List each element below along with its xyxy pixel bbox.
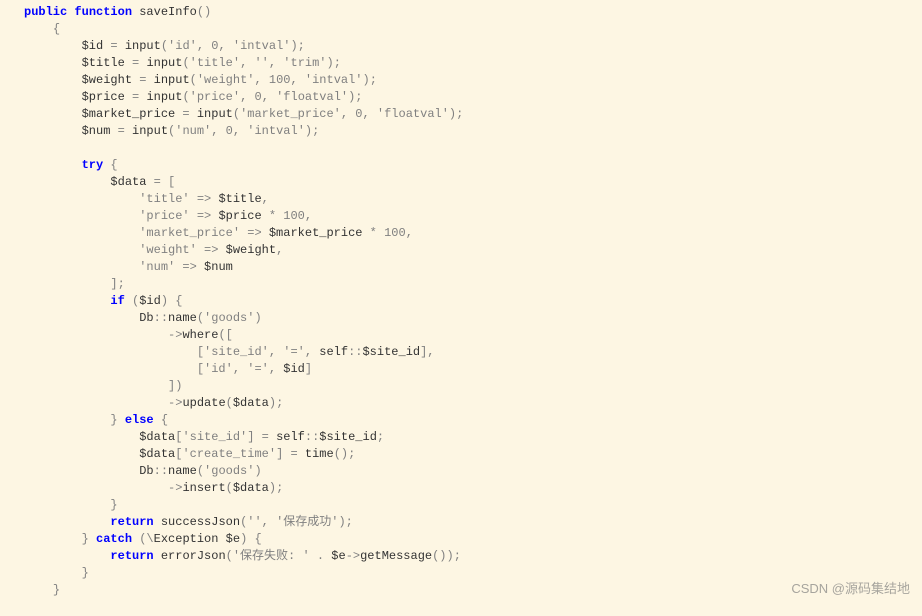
line: ]; — [24, 277, 125, 291]
line: } else { — [24, 413, 168, 427]
line: { — [24, 22, 60, 36]
line: ['site_id', '=', self::$site_id], — [24, 345, 435, 359]
fn-call: input — [197, 107, 233, 121]
line: public function saveInfo() — [24, 5, 211, 19]
keyword-if: if — [110, 294, 124, 308]
line: ->update($data); — [24, 396, 283, 410]
line: 'market_price' => $market_price * 100, — [24, 226, 413, 240]
line: } — [24, 566, 89, 580]
variable: $id — [82, 39, 104, 53]
line: } — [24, 583, 60, 597]
watermark: CSDN @源码集结地 — [791, 580, 910, 597]
function-name: saveInfo — [139, 5, 197, 19]
line: } catch (\Exception $e) { — [24, 532, 262, 546]
line: $data['site_id'] = self::$site_id; — [24, 430, 384, 444]
fn-call: input — [125, 39, 161, 53]
keyword-public: public — [24, 5, 67, 19]
class-name: Db — [139, 464, 153, 478]
line: ]) — [24, 379, 182, 393]
line: return errorJson('保存失败: ' . $e->getMessa… — [24, 549, 461, 563]
line: } — [24, 498, 118, 512]
line: $market_price = input('market_price', 0,… — [24, 107, 463, 121]
keyword-return: return — [110, 549, 153, 563]
variable: $weight — [82, 73, 132, 87]
line: try { — [24, 158, 118, 172]
keyword-catch: catch — [96, 532, 132, 546]
fn-call: input — [154, 73, 190, 87]
line — [24, 141, 31, 155]
line: 'price' => $price * 100, — [24, 209, 312, 223]
class-name: Db — [139, 311, 153, 325]
line: Db::name('goods') — [24, 311, 262, 325]
fn-call: input — [146, 56, 182, 70]
line: ['id', '=', $id] — [24, 362, 312, 376]
line: return successJson('', '保存成功'); — [24, 515, 353, 529]
variable: $data — [110, 175, 146, 189]
line: $price = input('price', 0, 'floatval'); — [24, 90, 363, 104]
line: if ($id) { — [24, 294, 182, 308]
line: ->insert($data); — [24, 481, 283, 495]
variable: $num — [82, 124, 111, 138]
line: $weight = input('weight', 100, 'intval')… — [24, 73, 377, 87]
fn-call: input — [146, 90, 182, 104]
variable: $price — [82, 90, 125, 104]
code-block: public function saveInfo() { $id = input… — [24, 4, 914, 599]
class-name: Exception — [154, 532, 219, 546]
line: ->where([ — [24, 328, 233, 342]
variable: $market_price — [82, 107, 176, 121]
line: $title = input('title', '', 'trim'); — [24, 56, 341, 70]
line: 'title' => $title, — [24, 192, 269, 206]
line: Db::name('goods') — [24, 464, 262, 478]
line: $data = [ — [24, 175, 175, 189]
keyword-return: return — [110, 515, 153, 529]
variable: $title — [82, 56, 125, 70]
line: 'weight' => $weight, — [24, 243, 283, 257]
keyword-else: else — [125, 413, 154, 427]
line: $num = input('num', 0, 'intval'); — [24, 124, 319, 138]
fn-call: input — [132, 124, 168, 138]
line: $data['create_time'] = time(); — [24, 447, 355, 461]
keyword-try: try — [82, 158, 104, 172]
line: $id = input('id', 0, 'intval'); — [24, 39, 305, 53]
keyword-function: function — [74, 5, 132, 19]
line: 'num' => $num — [24, 260, 233, 274]
